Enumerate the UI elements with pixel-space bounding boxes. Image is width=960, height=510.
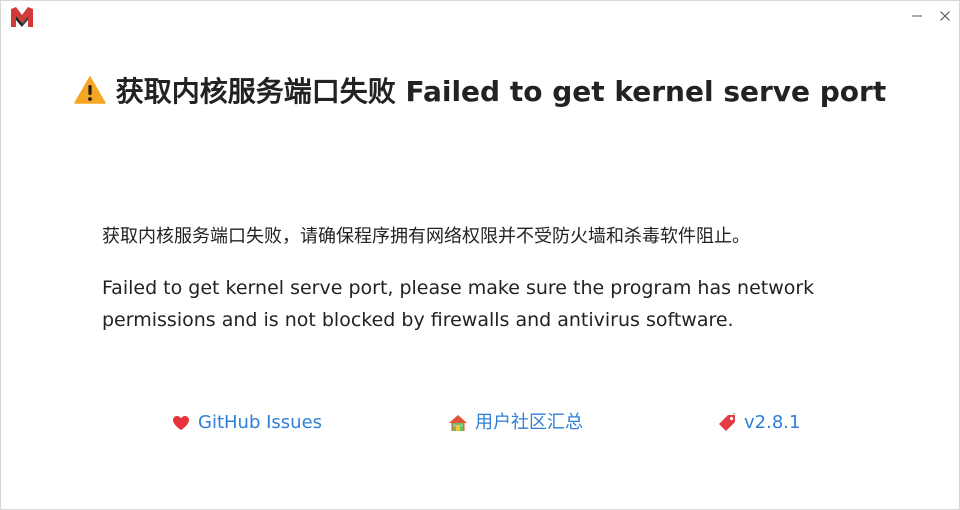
minimize-icon (912, 15, 922, 17)
app-window: 获取内核服务端口失败 Failed to get kernel serve po… (0, 0, 960, 510)
community-link[interactable]: 用户社区汇总 (448, 409, 583, 437)
github-issues-link[interactable]: GitHub Issues (171, 409, 322, 437)
title-bar[interactable] (1, 1, 959, 33)
app-logo-icon (11, 7, 33, 27)
headline-text: 获取内核服务端口失败 Failed to get kernel serve po… (115, 75, 887, 108)
message-cn: 获取内核服务端口失败，请确保程序拥有网络权限并不受防火墙和杀毒软件阻止。 (102, 226, 750, 247)
community-label: 用户社区汇总 (475, 412, 583, 433)
house-icon (448, 413, 468, 433)
close-button[interactable] (931, 1, 959, 31)
tag-icon (717, 413, 737, 433)
message-en: Failed to get kernel serve port, please … (102, 277, 815, 331)
version-link[interactable]: v2.8.1 (717, 409, 800, 437)
footer-links: GitHub Issues 用户社区汇总 v2.8.1 (1, 409, 959, 437)
window-controls (903, 1, 959, 31)
warning-icon (73, 76, 106, 104)
error-headline: 获取内核服务端口失败 Failed to get kernel serve po… (61, 76, 899, 107)
github-issues-label: GitHub Issues (198, 412, 323, 433)
minimize-button[interactable] (903, 1, 931, 31)
close-icon (940, 11, 950, 21)
version-label: v2.8.1 (744, 412, 801, 433)
heart-icon (171, 413, 191, 433)
